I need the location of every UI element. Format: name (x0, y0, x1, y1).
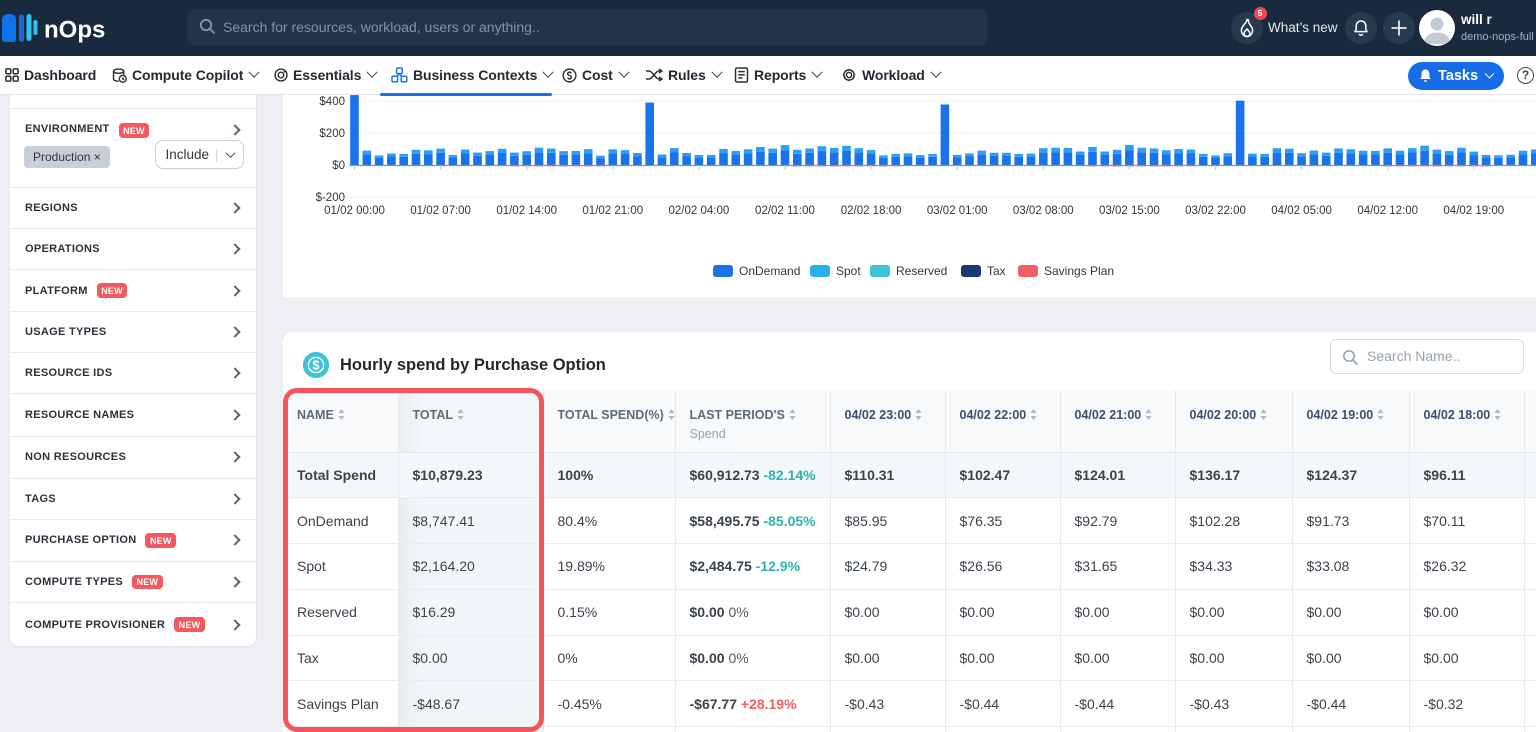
svg-text:01/02 14:00: 01/02 14:00 (496, 205, 557, 217)
svg-text:$200: $200 (319, 128, 345, 140)
svg-text:Tax: Tax (987, 264, 1006, 278)
svg-text:01/02 07:00: 01/02 07:00 (410, 205, 471, 217)
svg-text:03/02 01:00: 03/02 01:00 (927, 205, 988, 217)
svg-text:Reserved: Reserved (896, 264, 947, 278)
svg-text:03/02 15:00: 03/02 15:00 (1099, 205, 1160, 217)
svg-text:04/02 12:00: 04/02 12:00 (1357, 205, 1418, 217)
svg-text:$: $ (313, 359, 320, 373)
svg-text:01/02 21:00: 01/02 21:00 (582, 205, 643, 217)
svg-text:OnDemand: OnDemand (739, 264, 800, 278)
svg-text:01/02 00:00: 01/02 00:00 (324, 205, 385, 217)
svg-text:02/02 04:00: 02/02 04:00 (669, 205, 730, 217)
svg-text:Spot: Spot (836, 264, 861, 278)
svg-text:Savings Plan: Savings Plan (1044, 264, 1114, 278)
svg-text:03/02 22:00: 03/02 22:00 (1185, 205, 1246, 217)
svg-text:$400: $400 (319, 96, 345, 108)
svg-text:02/02 18:00: 02/02 18:00 (841, 205, 902, 217)
svg-text:04/02 05:00: 04/02 05:00 (1271, 205, 1332, 217)
svg-text:02/02 11:00: 02/02 11:00 (755, 205, 815, 217)
svg-text:$0: $0 (332, 160, 345, 172)
svg-text:$-200: $-200 (316, 192, 345, 204)
svg-text:nOps: nOps (44, 17, 105, 44)
svg-text:04/02 19:00: 04/02 19:00 (1443, 205, 1504, 217)
svg-text:03/02 08:00: 03/02 08:00 (1013, 205, 1074, 217)
